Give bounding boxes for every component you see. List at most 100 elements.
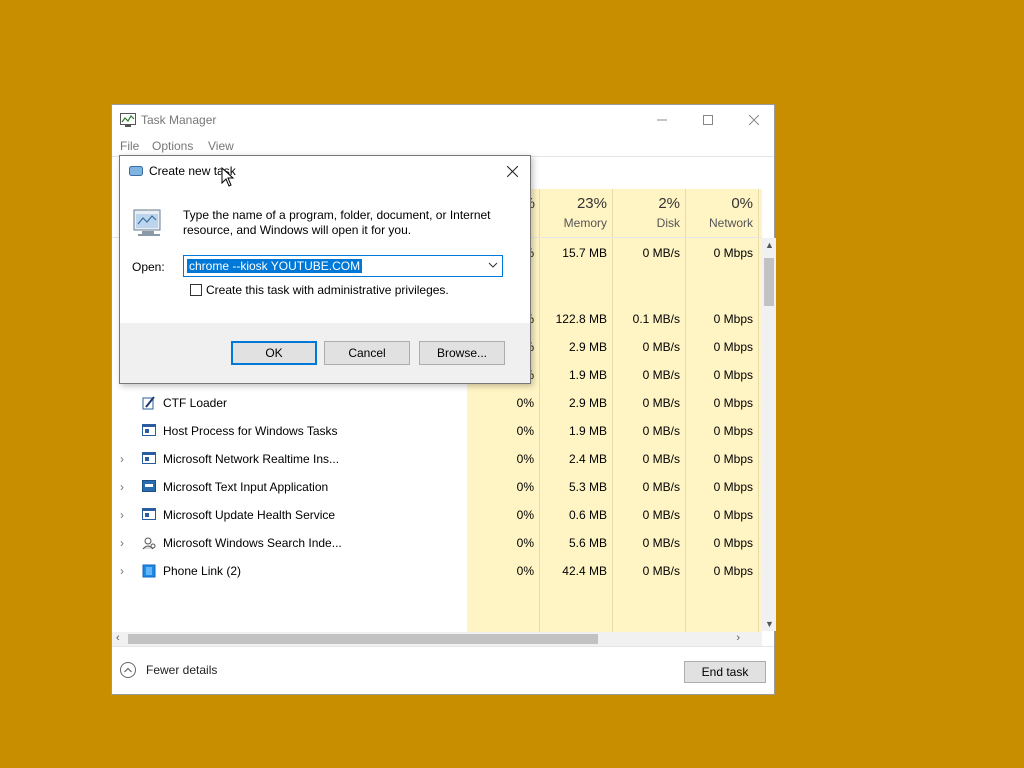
browse-button[interactable]: Browse... [419,341,505,365]
cpu-cell: 0% [516,396,534,410]
process-name: CTF Loader [163,396,228,410]
run-program-icon [133,209,161,236]
disk-cell: 0 MB/s [642,452,680,466]
process-name: Microsoft Windows Search Inde... [163,536,342,550]
memory-cell: 1.9 MB [568,424,607,438]
process-name: Microsoft Update Health Service [163,508,336,522]
menu-options[interactable]: Options [152,139,193,153]
window-title: Task Manager [141,113,217,127]
menu-bar: File Options View [112,136,774,156]
network-cell: 0 Mbps [713,340,753,354]
chevron-down-icon[interactable] [488,261,498,269]
fewer-details-button[interactable]: Fewer details [120,662,217,678]
cpu-cell: 0% [516,536,534,550]
phone-icon [142,564,156,578]
maximize-icon [703,115,713,125]
scroll-up-icon[interactable]: ▲ [765,240,774,250]
memory-cell: 2.9 MB [568,396,607,410]
memory-header-label: Memory [563,216,607,230]
horizontal-scrollbar[interactable]: ‹ › [112,632,762,646]
disk-cell: 0 MB/s [642,480,680,494]
memory-cell: 2.9 MB [568,340,607,354]
run-dialog-title-icon [129,166,143,176]
chevron-right-icon[interactable]: › [120,508,124,522]
process-row[interactable]: › Phone Link (2) 0% 42.4 MB 0 MB/s 0 Mbps [112,557,762,585]
process-name: Phone Link (2) [163,564,242,578]
cpu-cell: 0% [516,424,534,438]
cpu-cell: 0% [516,564,534,578]
scroll-right-icon[interactable]: › [736,632,740,644]
horizontal-scroll-thumb[interactable] [128,634,598,644]
cpu-cell: 0% [516,480,534,494]
cancel-button[interactable]: Cancel [324,341,410,365]
disk-cell: 0 MB/s [642,368,680,382]
network-cell: 0 Mbps [713,452,753,466]
pen-icon [142,396,156,410]
memory-cell: 5.3 MB [568,480,607,494]
chevron-right-icon[interactable]: › [120,564,124,578]
open-label: Open: [132,260,165,274]
dialog-description: Type the name of a program, folder, docu… [183,208,491,237]
chevron-right-icon[interactable]: › [120,480,124,494]
dialog-close-button[interactable] [498,158,526,184]
disk-header-label: Disk [656,216,680,230]
menu-view[interactable]: View [208,139,234,153]
network-header-pct: 0% [731,195,753,212]
admin-privileges-option[interactable]: Create this task with administrative pri… [190,283,449,297]
vertical-scroll-thumb[interactable] [764,258,774,306]
open-input-value[interactable]: chrome --kiosk YOUTUBE.COM [187,259,363,273]
close-icon [506,165,518,177]
process-row[interactable]: Host Process for Windows Tasks 0% 1.9 MB 0 … [112,417,762,445]
network-header-label: Network [708,216,753,230]
minimize-button[interactable] [639,105,685,135]
window-icon [142,508,156,520]
chevron-right-icon[interactable]: › [120,536,124,550]
disk-cell: 0 MB/s [642,508,680,522]
process-row[interactable]: › Microsoft Text Input Application 0% 5.3 M… [112,473,762,501]
search-user-icon [142,536,156,550]
ok-button[interactable]: OK [231,341,317,365]
memory-cell: 0.6 MB [568,508,607,522]
process-row[interactable]: CTF Loader 0% 2.9 MB 0 MB/s 0 Mbps [112,389,762,417]
network-cell: 0 Mbps [713,480,753,494]
disk-column-header[interactable]: 2% Disk [613,195,680,230]
network-cell: 0 Mbps [713,424,753,438]
network-cell: 0 Mbps [713,396,753,410]
memory-cell: 122.8 MB [555,312,607,326]
process-name: Host Process for Windows Tasks [163,424,338,438]
task-manager-icon [120,113,136,127]
disk-cell: 0 MB/s [642,536,680,550]
process-row[interactable]: › Microsoft Update Health Service 0% 0.6 MB… [112,501,762,529]
memory-header-pct: 23% [576,195,607,212]
process-row[interactable]: › Microsoft Windows Search Inde... 0% 5.6 M… [112,529,762,557]
admin-privileges-checkbox[interactable] [190,284,202,296]
title-bar[interactable]: Task Manager [112,105,774,135]
network-cell: 0 Mbps [713,246,753,260]
network-cell: 0 Mbps [713,368,753,382]
vertical-scrollbar[interactable]: ▲ ▼ [762,238,776,631]
cpu-cell: 0% [516,508,534,522]
network-cell: 0 Mbps [713,508,753,522]
process-row[interactable]: › Microsoft Network Realtime Ins... 0% 2.4 … [112,445,762,473]
window-icon [142,424,156,436]
window-icon [142,452,156,464]
close-button[interactable] [731,105,777,135]
scroll-left-icon[interactable]: ‹ [116,632,120,644]
memory-cell: 15.7 MB [562,246,607,260]
minimize-icon [657,119,667,121]
memory-column-header[interactable]: 23% Memory [540,195,607,230]
close-icon [749,115,759,125]
process-name: Microsoft Text Input Application [163,480,329,494]
scroll-down-icon[interactable]: ▼ [765,619,774,629]
chevron-right-icon[interactable]: › [120,452,124,466]
cpu-cell: 0% [516,452,534,466]
disk-cell: 0 MB/s [642,564,680,578]
open-combobox[interactable]: chrome --kiosk YOUTUBE.COM [183,255,503,277]
memory-cell: 42.4 MB [562,564,607,578]
maximize-button[interactable] [685,105,731,135]
disk-cell: 0 MB/s [642,424,680,438]
network-column-header[interactable]: 0% Network [686,195,753,230]
menu-file[interactable]: File [120,139,139,153]
dialog-title-bar[interactable]: Create new task [120,156,530,186]
end-task-button[interactable]: End task [684,661,766,683]
